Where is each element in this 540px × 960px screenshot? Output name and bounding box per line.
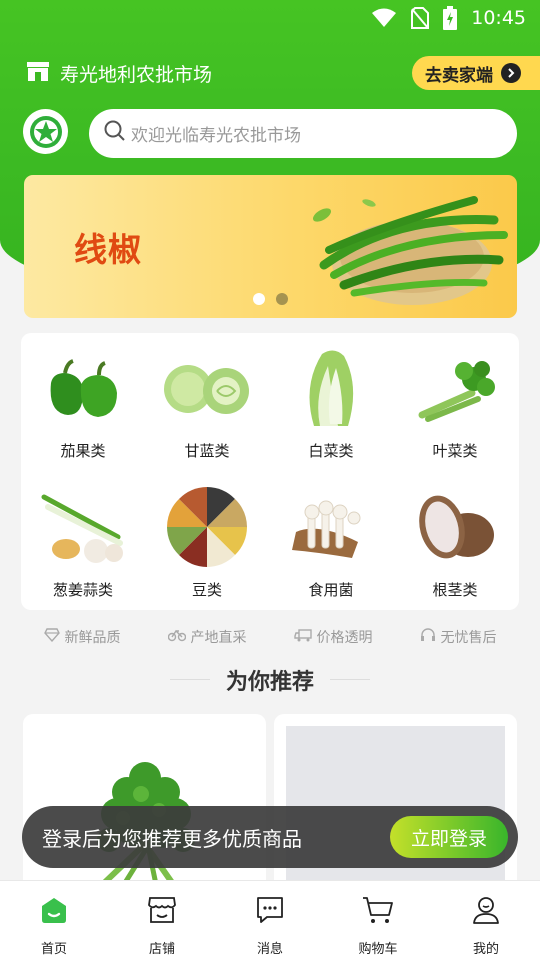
- category-label: 白菜类: [308, 442, 354, 460]
- taro-icon: [410, 482, 500, 572]
- cart-icon: [362, 894, 394, 926]
- category-item[interactable]: 叶菜类: [393, 333, 517, 471]
- bicycle-icon: [167, 628, 186, 646]
- status-time: 10:45: [471, 7, 526, 29]
- headset-icon: [420, 627, 436, 647]
- bell-pepper-icon: [38, 343, 128, 433]
- market-name: 寿光地利农批市场: [60, 63, 213, 86]
- tab-label: 首页: [40, 942, 67, 957]
- tab-label: 购物车: [358, 942, 398, 957]
- tab-cart[interactable]: 购物车: [338, 881, 418, 960]
- storefront-icon: [26, 60, 50, 87]
- status-bar: 10:45: [0, 0, 540, 36]
- login-button[interactable]: 立即登录: [390, 816, 508, 858]
- tab-home[interactable]: 首页: [14, 881, 94, 960]
- chevron-right-icon: [501, 63, 521, 83]
- search-icon: [103, 119, 127, 148]
- go-to-seller-button[interactable]: 去卖家端: [412, 56, 540, 90]
- search-placeholder: 欢迎光临寿光农批市场: [131, 126, 301, 146]
- category-label: 茄果类: [60, 442, 106, 460]
- tab-profile[interactable]: 我的: [446, 881, 526, 960]
- category-grid: 茄果类 甘蓝类 白菜类 叶菜类 葱姜蒜类 豆类 食用菌 根茎类: [21, 333, 519, 610]
- seller-button-label: 去卖家端: [425, 65, 493, 86]
- banner-pagination: [253, 293, 288, 305]
- tab-store[interactable]: 店铺: [122, 881, 202, 960]
- category-label: 葱姜蒜类: [52, 581, 113, 599]
- mushroom-icon: [286, 482, 376, 572]
- home-icon: [40, 894, 68, 926]
- category-label: 食用菌: [308, 581, 354, 599]
- banner-title: 线椒: [74, 230, 142, 269]
- feature-label: 无忧售后: [440, 630, 497, 646]
- pagination-dot[interactable]: [276, 293, 288, 305]
- store-icon: [147, 894, 177, 926]
- scallion-ginger-garlic-icon: [38, 482, 128, 572]
- no-sim-icon: [411, 7, 430, 29]
- divider: [330, 679, 370, 680]
- beans-icon: [162, 482, 252, 572]
- napa-cabbage-icon: [286, 343, 376, 433]
- feature-item: 新鲜品质: [43, 626, 121, 648]
- category-label: 豆类: [191, 581, 222, 599]
- tab-label: 店铺: [148, 942, 175, 957]
- login-prompt-toast: 登录后为您推荐更多优质商品 立即登录: [22, 806, 518, 868]
- toast-message: 登录后为您推荐更多优质商品: [42, 826, 302, 851]
- feature-label: 价格透明: [316, 630, 373, 646]
- profile-icon: [471, 894, 501, 926]
- celery-icon: [410, 343, 500, 433]
- wifi-icon: [371, 8, 397, 28]
- feature-label: 产地直采: [190, 630, 247, 646]
- feature-item: 无忧售后: [420, 626, 497, 648]
- feature-label: 新鲜品质: [64, 630, 121, 646]
- category-item[interactable]: 食用菌: [269, 472, 393, 610]
- category-label: 叶菜类: [432, 442, 478, 460]
- diamond-icon: [43, 628, 60, 646]
- category-item[interactable]: 茄果类: [21, 333, 145, 471]
- recommend-title: 为你推荐: [225, 670, 314, 695]
- category-item[interactable]: 根茎类: [393, 472, 517, 610]
- star-logo-icon: [29, 115, 62, 148]
- category-label: 甘蓝类: [184, 442, 230, 460]
- category-item[interactable]: 甘蓝类: [145, 333, 269, 471]
- feature-strip: 新鲜品质 产地直采 价格透明 无忧售后: [20, 626, 520, 648]
- market-selector[interactable]: 寿光地利农批市场: [26, 58, 212, 88]
- search-bar[interactable]: 欢迎光临寿光农批市场: [89, 109, 517, 158]
- pagination-dot[interactable]: [253, 293, 265, 305]
- feature-item: 产地直采: [167, 626, 247, 648]
- app-logo[interactable]: [23, 109, 68, 154]
- category-item[interactable]: 豆类: [145, 472, 269, 610]
- cabbage-icon: [162, 343, 252, 433]
- bottom-tab-bar: 首页 店铺 消息 购物车 我的: [0, 880, 540, 960]
- tab-label: 消息: [256, 942, 283, 957]
- battery-icon: [443, 6, 458, 30]
- promo-banner[interactable]: 线椒: [24, 175, 517, 318]
- tab-messages[interactable]: 消息: [230, 881, 310, 960]
- feature-item: 价格透明: [293, 626, 373, 648]
- green-pepper-plate-image: [312, 196, 508, 305]
- category-item[interactable]: 白菜类: [269, 333, 393, 471]
- message-icon: [255, 894, 285, 926]
- truck-icon: [293, 628, 312, 646]
- tab-label: 我的: [472, 942, 499, 957]
- category-item[interactable]: 葱姜蒜类: [21, 472, 145, 610]
- category-label: 根茎类: [432, 581, 478, 599]
